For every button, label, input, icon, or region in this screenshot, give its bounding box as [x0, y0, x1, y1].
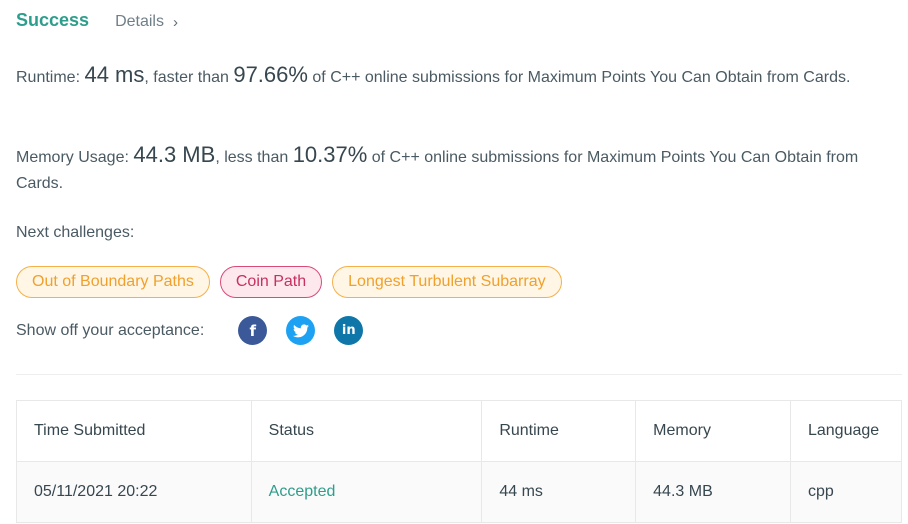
- col-runtime[interactable]: Runtime: [481, 400, 637, 462]
- challenge-chip-out-of-boundary-paths[interactable]: Out of Boundary Paths: [16, 266, 210, 298]
- runtime-suffix: of C++ online submissions for Maximum Po…: [307, 69, 851, 86]
- linkedin-icon[interactable]: in: [334, 316, 364, 345]
- runtime-value: 44 ms: [84, 62, 145, 87]
- runtime-mid: , faster than: [144, 69, 234, 86]
- table-row: 05/11/2021 20:22 Accepted 44 ms 44.3 MB …: [16, 461, 903, 523]
- status-accepted-link[interactable]: Accepted: [269, 483, 336, 500]
- cell-status: Accepted: [250, 461, 483, 523]
- col-memory[interactable]: Memory: [635, 400, 791, 462]
- col-language[interactable]: Language: [789, 400, 903, 462]
- social-buttons: f in: [238, 316, 364, 345]
- status-title: Success: [16, 10, 90, 30]
- twitter-icon[interactable]: [286, 316, 316, 345]
- chevron-right-icon[interactable]: ›: [173, 14, 178, 31]
- cell-memory: 44.3 MB: [635, 461, 791, 523]
- challenge-chip-longest-turbulent-subarray[interactable]: Longest Turbulent Subarray: [332, 266, 562, 298]
- memory-label: Memory Usage:: [16, 149, 134, 166]
- facebook-icon[interactable]: f: [238, 316, 268, 345]
- col-time-submitted[interactable]: Time Submitted: [16, 400, 252, 462]
- challenge-chip-coin-path[interactable]: Coin Path: [219, 266, 323, 298]
- col-status[interactable]: Status: [250, 400, 483, 462]
- submissions-table: Time Submitted Status Runtime Memory Lan…: [16, 400, 903, 523]
- next-challenges-label: Next challenges:: [16, 224, 135, 241]
- table-header-row: Time Submitted Status Runtime Memory Lan…: [16, 400, 903, 462]
- runtime-percent: 97.66%: [233, 62, 308, 87]
- cell-time-submitted: 05/11/2021 20:22: [16, 461, 252, 523]
- memory-summary: Memory Usage: 44.3 MB, less than 10.37% …: [16, 142, 896, 197]
- runtime-label: Runtime:: [16, 69, 85, 86]
- memory-mid: , less than: [215, 149, 293, 166]
- share-label: Show off your acceptance:: [16, 321, 205, 339]
- next-challenges-list: Out of Boundary Paths Coin Path Longest …: [16, 266, 562, 298]
- details-label[interactable]: Details: [115, 13, 164, 31]
- result-header: Success Details ›: [16, 10, 178, 31]
- memory-percent: 10.37%: [292, 142, 368, 167]
- section-divider: [16, 374, 902, 375]
- details-link[interactable]: Details ›: [115, 13, 178, 31]
- share-row: Show off your acceptance: f in: [16, 316, 364, 345]
- cell-runtime: 44 ms: [481, 461, 637, 523]
- memory-value: 44.3 MB: [133, 142, 216, 167]
- twitter-bird-glyph: [292, 323, 309, 337]
- cell-language: cpp: [789, 461, 903, 523]
- runtime-summary: Runtime: 44 ms, faster than 97.66% of C+…: [16, 62, 896, 91]
